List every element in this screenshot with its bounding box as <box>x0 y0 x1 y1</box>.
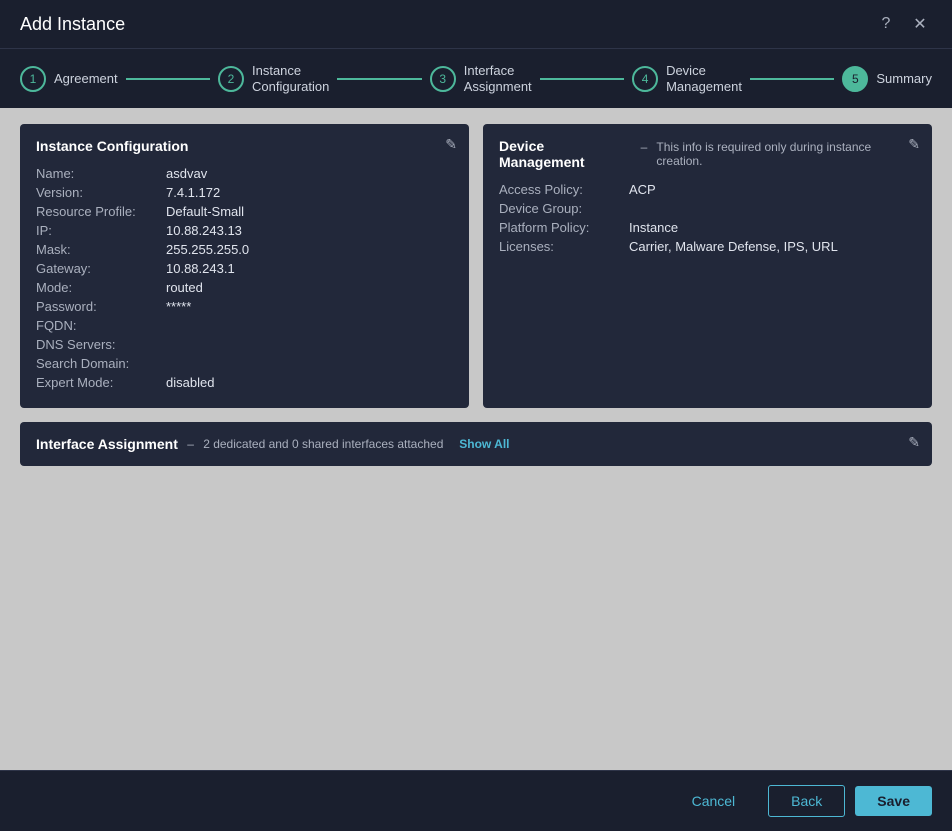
top-row: Instance Configuration ✎ Name: asdvav Ve… <box>20 124 932 408</box>
field-licenses: Licenses: Carrier, Malware Defense, IPS,… <box>499 239 916 254</box>
interface-assignment-subtitle: 2 dedicated and 0 shared interfaces atta… <box>203 437 443 451</box>
instance-config-edit-button[interactable]: ✎ <box>445 136 457 153</box>
step-4-title1: Device <box>666 63 742 79</box>
step-1-circle: 1 <box>20 66 46 92</box>
interface-assignment-edit-button[interactable]: ✎ <box>908 434 920 451</box>
field-version-label: Version: <box>36 185 166 200</box>
close-button[interactable]: ✕ <box>908 12 932 36</box>
help-button[interactable]: ? <box>874 12 898 36</box>
field-expert-mode: Expert Mode: disabled <box>36 375 453 390</box>
step-3-circle: 3 <box>430 66 456 92</box>
save-button[interactable]: Save <box>855 786 932 816</box>
stepper: 1 Agreement 2 Instance Configuration 3 I… <box>0 49 952 108</box>
field-mode-label: Mode: <box>36 280 166 295</box>
field-name: Name: asdvav <box>36 166 453 181</box>
field-platform-policy-value: Instance <box>629 220 678 235</box>
field-mask-value: 255.255.255.0 <box>166 242 249 257</box>
field-ip-label: IP: <box>36 223 166 238</box>
field-mode-value: routed <box>166 280 203 295</box>
step-1-title: Agreement <box>54 71 118 87</box>
interface-assignment-title: Interface Assignment – 2 dedicated and 0… <box>36 436 916 452</box>
step-2-circle: 2 <box>218 66 244 92</box>
field-mode: Mode: routed <box>36 280 453 295</box>
field-ip: IP: 10.88.243.13 <box>36 223 453 238</box>
field-password: Password: ***** <box>36 299 453 314</box>
field-mask: Mask: 255.255.255.0 <box>36 242 453 257</box>
modal-header: Add Instance ? ✕ <box>0 0 952 49</box>
field-licenses-label: Licenses: <box>499 239 629 254</box>
step-2-label: Instance Configuration <box>252 63 329 94</box>
field-dns-label: DNS Servers: <box>36 337 166 352</box>
step-4-label: Device Management <box>666 63 742 94</box>
step-3-title1: Interface <box>464 63 532 79</box>
instance-config-panel: Instance Configuration ✎ Name: asdvav Ve… <box>20 124 469 408</box>
field-gateway-label: Gateway: <box>36 261 166 276</box>
step-1: 1 Agreement <box>20 66 118 92</box>
field-version-value: 7.4.1.172 <box>166 185 220 200</box>
header-icons: ? ✕ <box>874 12 932 36</box>
field-name-value: asdvav <box>166 166 207 181</box>
field-gateway: Gateway: 10.88.243.1 <box>36 261 453 276</box>
instance-config-title: Instance Configuration <box>36 138 453 154</box>
field-name-label: Name: <box>36 166 166 181</box>
step-5: 5 Summary <box>842 66 932 92</box>
step-3: 3 Interface Assignment <box>430 63 532 94</box>
device-management-panel: Device Management – This info is require… <box>483 124 932 408</box>
step-2-title1: Instance <box>252 63 329 79</box>
step-1-label: Agreement <box>54 71 118 87</box>
interface-assignment-title-text: Interface Assignment <box>36 436 178 452</box>
connector-1-2 <box>126 78 210 80</box>
interface-assignment-panel: Interface Assignment – 2 dedicated and 0… <box>20 422 932 466</box>
field-platform-policy: Platform Policy: Instance <box>499 220 916 235</box>
field-password-value: ***** <box>166 299 191 314</box>
step-2-title2: Configuration <box>252 79 329 95</box>
cancel-button[interactable]: Cancel <box>669 785 759 817</box>
device-management-title-text: Device Management <box>499 138 631 170</box>
connector-3-4 <box>540 78 624 80</box>
field-device-group-label: Device Group: <box>499 201 629 216</box>
step-5-title: Summary <box>876 71 932 87</box>
field-search-domain: Search Domain: <box>36 356 453 371</box>
connector-4-5 <box>750 78 834 80</box>
device-management-title: Device Management – This info is require… <box>499 138 916 170</box>
connector-2-3 <box>337 78 421 80</box>
field-fqdn-label: FQDN: <box>36 318 166 333</box>
step-3-title2: Assignment <box>464 79 532 95</box>
field-resource-profile-label: Resource Profile: <box>36 204 166 219</box>
field-fqdn: FQDN: <box>36 318 453 333</box>
field-ip-value: 10.88.243.13 <box>166 223 242 238</box>
field-expert-mode-label: Expert Mode: <box>36 375 166 390</box>
footer: Cancel Back Save <box>0 770 952 831</box>
step-3-label: Interface Assignment <box>464 63 532 94</box>
content-area: Instance Configuration ✎ Name: asdvav Ve… <box>0 108 952 770</box>
modal-title: Add Instance <box>20 14 125 35</box>
field-expert-mode-value: disabled <box>166 375 214 390</box>
add-instance-modal: Add Instance ? ✕ 1 Agreement 2 Instance … <box>0 0 952 831</box>
step-2: 2 Instance Configuration <box>218 63 329 94</box>
device-management-subtitle: This info is required only during instan… <box>656 140 916 168</box>
field-licenses-value: Carrier, Malware Defense, IPS, URL <box>629 239 838 254</box>
field-access-policy-value: ACP <box>629 182 656 197</box>
field-version: Version: 7.4.1.172 <box>36 185 453 200</box>
field-resource-profile-value: Default-Small <box>166 204 244 219</box>
field-dns: DNS Servers: <box>36 337 453 352</box>
step-4-title2: Management <box>666 79 742 95</box>
show-all-link[interactable]: Show All <box>459 437 509 451</box>
step-5-label: Summary <box>876 71 932 87</box>
step-4: 4 Device Management <box>632 63 742 94</box>
field-platform-policy-label: Platform Policy: <box>499 220 629 235</box>
field-mask-label: Mask: <box>36 242 166 257</box>
field-device-group: Device Group: <box>499 201 916 216</box>
step-5-circle: 5 <box>842 66 868 92</box>
field-password-label: Password: <box>36 299 166 314</box>
field-search-domain-label: Search Domain: <box>36 356 166 371</box>
field-resource-profile: Resource Profile: Default-Small <box>36 204 453 219</box>
field-access-policy-label: Access Policy: <box>499 182 629 197</box>
step-4-circle: 4 <box>632 66 658 92</box>
instance-config-title-text: Instance Configuration <box>36 138 188 154</box>
device-management-edit-button[interactable]: ✎ <box>908 136 920 153</box>
back-button[interactable]: Back <box>768 785 845 817</box>
field-access-policy: Access Policy: ACP <box>499 182 916 197</box>
field-gateway-value: 10.88.243.1 <box>166 261 235 276</box>
